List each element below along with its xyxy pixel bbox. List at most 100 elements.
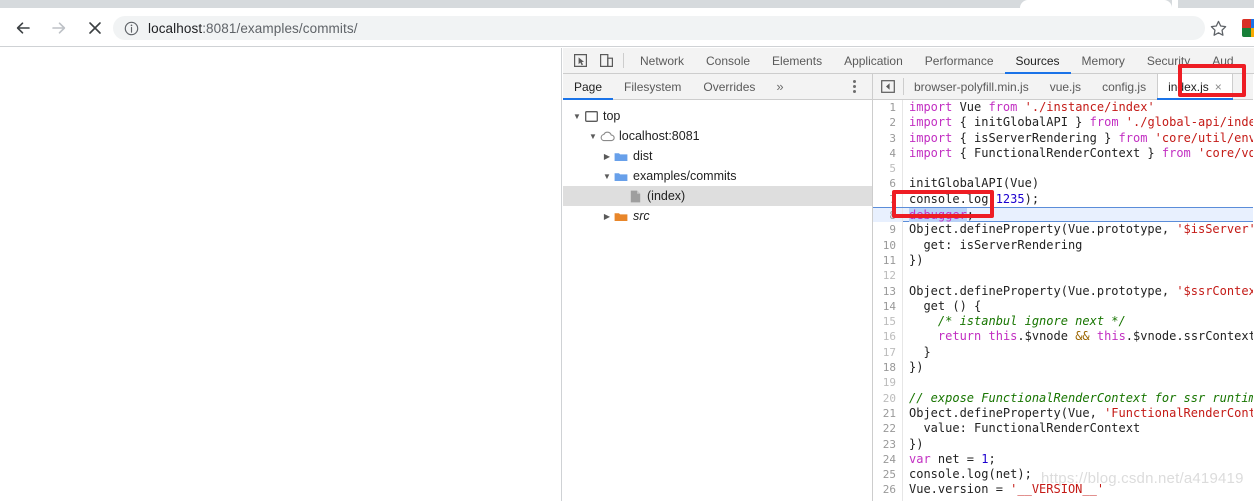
devtools-tab-network[interactable]: Network: [629, 48, 695, 73]
code-line[interactable]: 26 Vue.version = '__VERSION__': [873, 482, 1253, 498]
code-line[interactable]: 20 // expose FunctionalRenderContext for …: [873, 390, 1253, 406]
tree-item-index[interactable]: ▶ (index): [563, 186, 872, 206]
code-line[interactable]: 3 import { isServerRendering } from 'core…: [873, 130, 1253, 146]
chevron-down-icon[interactable]: ▼: [571, 112, 583, 121]
bookmark-button[interactable]: [1207, 17, 1229, 39]
tree-item-localhost[interactable]: ▼ localhost:8081: [563, 126, 872, 146]
navigator-more-options-icon[interactable]: [846, 74, 862, 99]
code-line[interactable]: 22 value: FunctionalRenderContext: [873, 421, 1253, 437]
code-line[interactable]: 17 }: [873, 344, 1253, 361]
line-number[interactable]: 1: [873, 100, 903, 116]
stop-loading-button[interactable]: [82, 15, 108, 41]
line-number[interactable]: 17: [873, 344, 903, 361]
close-icon[interactable]: ×: [1215, 80, 1222, 94]
line-number[interactable]: 22: [873, 421, 903, 437]
navigator-overflow-chevron-icon[interactable]: »: [766, 74, 793, 99]
code-line[interactable]: 14 get () {: [873, 298, 1253, 315]
line-number[interactable]: 26: [873, 482, 903, 498]
line-number[interactable]: 13: [873, 283, 903, 299]
line-number[interactable]: 2: [873, 115, 903, 131]
code-line[interactable]: 12: [873, 268, 1253, 284]
line-number[interactable]: 24: [873, 451, 903, 468]
extension-icon[interactable]: [1242, 19, 1254, 37]
code-line[interactable]: 18}): [873, 360, 1253, 376]
devtools-tab-elements[interactable]: Elements: [761, 48, 833, 73]
code-line[interactable]: 16 return this.$vnode && this.$vnode.ssr…: [873, 329, 1253, 345]
chevron-right-icon[interactable]: ▶: [601, 212, 613, 221]
line-number[interactable]: 16: [873, 329, 903, 345]
navigator-tab-page[interactable]: Page: [563, 74, 614, 100]
code-line[interactable]: 25 console.log(net);: [873, 467, 1253, 483]
code-line[interactable]: 21 Object.defineProperty(Vue, 'Functional…: [873, 405, 1253, 422]
code-line[interactable]: 15 /* istanbul ignore next */: [873, 314, 1253, 330]
devtools-tab-memory[interactable]: Memory: [1071, 48, 1136, 73]
file-icon: [627, 190, 643, 203]
code-line[interactable]: 24 var net = 1;: [873, 451, 1253, 468]
info-circle-icon[interactable]: [124, 21, 139, 36]
code-line[interactable]: 19: [873, 375, 1253, 391]
devtools-tab-console[interactable]: Console: [695, 48, 761, 73]
code-line[interactable]: 4 import { FunctionalRenderContext } from…: [873, 145, 1253, 162]
navigator-tab-filesystem[interactable]: Filesystem: [613, 74, 692, 99]
line-number[interactable]: 9: [873, 222, 903, 238]
code-line[interactable]: 6 initGlobalAPI(Vue): [873, 176, 1253, 192]
line-number[interactable]: 7: [873, 191, 903, 208]
line-number[interactable]: 19: [873, 375, 903, 391]
tree-item-src[interactable]: ▶ src: [563, 206, 872, 226]
code-line[interactable]: 23}): [873, 436, 1253, 452]
inspect-element-icon[interactable]: [567, 48, 593, 73]
tree-item-top[interactable]: ▼ top: [563, 106, 872, 126]
line-number[interactable]: 8: [873, 208, 903, 224]
chevron-down-icon[interactable]: ▼: [601, 172, 613, 181]
line-number[interactable]: 14: [873, 298, 903, 315]
chevron-right-icon[interactable]: ▶: [601, 152, 613, 161]
collapse-sidebar-icon[interactable]: [873, 74, 903, 99]
line-number[interactable]: 5: [873, 161, 903, 177]
code-line[interactable]: 2 import { initGlobalAPI } from './global…: [873, 115, 1253, 131]
line-number[interactable]: 23: [873, 436, 903, 452]
code-line[interactable]: 7 console.log(1235);: [873, 191, 1253, 208]
devtools-tab-audits[interactable]: Aud: [1201, 48, 1244, 73]
editor-tab-index[interactable]: index.js ×: [1157, 74, 1233, 100]
address-bar-url: localhost:8081/examples/commits/: [148, 21, 358, 36]
line-number[interactable]: 15: [873, 314, 903, 330]
tree-item-examples-commits[interactable]: ▼ examples/commits: [563, 166, 872, 186]
line-number[interactable]: 6: [873, 176, 903, 192]
line-number[interactable]: 3: [873, 130, 903, 146]
address-bar[interactable]: localhost:8081/examples/commits/: [113, 16, 1205, 40]
devtools-tab-security[interactable]: Security: [1136, 48, 1201, 73]
code-token: 1: [981, 451, 989, 466]
close-x-icon: [89, 22, 101, 34]
code-line[interactable]: 9 Object.defineProperty(Vue.prototype, '$…: [873, 222, 1253, 238]
devtools-tab-performance[interactable]: Performance: [914, 48, 1005, 73]
line-number[interactable]: 20: [873, 390, 903, 406]
line-number[interactable]: 10: [873, 237, 903, 253]
back-button[interactable]: [10, 15, 36, 41]
active-browser-tab[interactable]: [1020, 0, 1172, 8]
code-line[interactable]: 8 debugger;: [873, 207, 1253, 224]
line-number[interactable]: 25: [873, 467, 903, 483]
code-text: return this.$vnode && this.$vnode.ssrCon…: [903, 329, 1253, 344]
code-editor[interactable]: 1 import Vue from './instance/index' 2 impo…: [873, 100, 1253, 501]
code-line[interactable]: 10 get: isServerRendering: [873, 237, 1253, 253]
line-number[interactable]: 4: [873, 145, 903, 162]
code-line[interactable]: 5: [873, 161, 1253, 177]
source-editor-pane: browser-polyfill.min.js vue.js config.js…: [873, 74, 1253, 501]
editor-tab-browser-polyfill[interactable]: browser-polyfill.min.js: [904, 74, 1040, 99]
devtools-tab-application[interactable]: Application: [833, 48, 914, 73]
code-line[interactable]: 11}): [873, 252, 1253, 269]
code-line[interactable]: 1 import Vue from './instance/index': [873, 100, 1253, 116]
forward-button[interactable]: [46, 15, 72, 41]
editor-tab-vue[interactable]: vue.js: [1040, 74, 1092, 99]
navigator-tab-overrides[interactable]: Overrides: [692, 74, 766, 99]
line-number[interactable]: 12: [873, 268, 903, 284]
device-toolbar-icon[interactable]: [593, 48, 619, 73]
line-number[interactable]: 21: [873, 405, 903, 422]
chevron-down-icon[interactable]: ▼: [587, 132, 599, 141]
devtools-tab-sources[interactable]: Sources: [1004, 48, 1071, 74]
code-line[interactable]: 13 Object.defineProperty(Vue.prototype, '…: [873, 283, 1253, 299]
line-number[interactable]: 18: [873, 360, 903, 376]
tree-item-dist[interactable]: ▶ dist: [563, 146, 872, 166]
editor-tab-config[interactable]: config.js: [1092, 74, 1157, 99]
line-number[interactable]: 11: [873, 252, 903, 269]
